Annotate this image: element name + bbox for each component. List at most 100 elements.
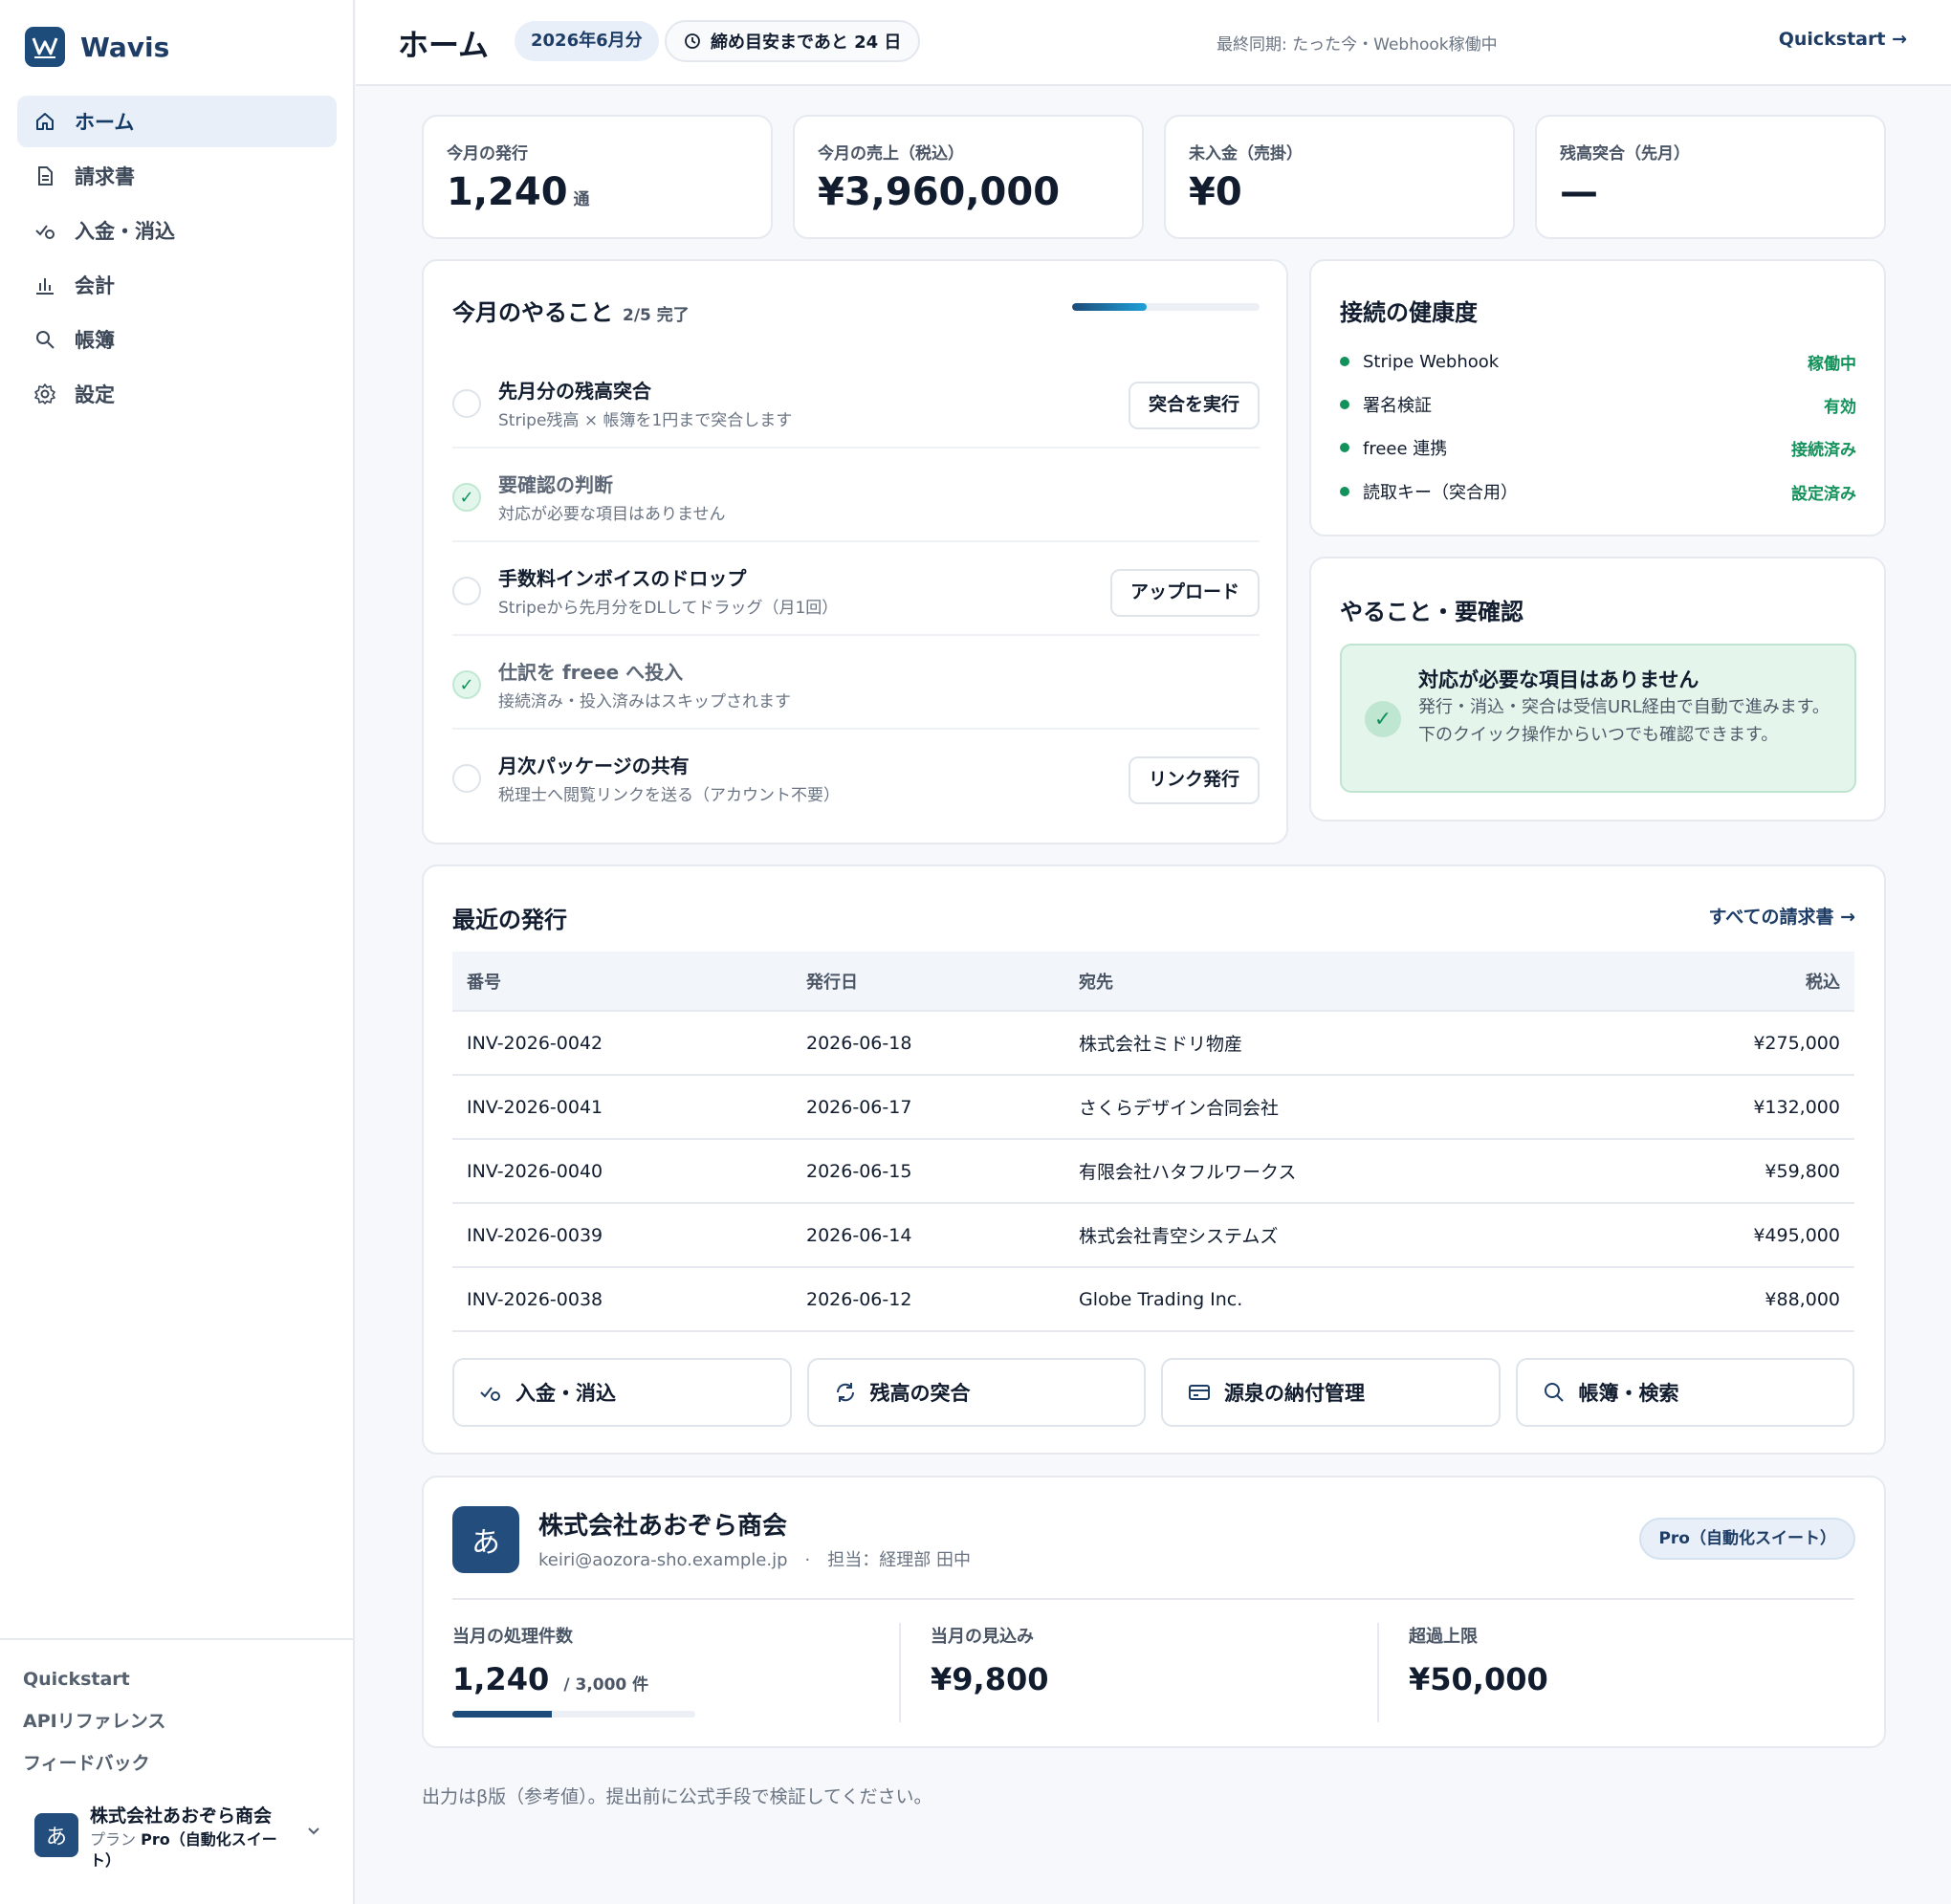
table-row[interactable]: INV-2026-0041 2026-06-17 さくらデザイン合同会社 ¥132,0… [452, 1075, 1854, 1140]
tasks-progress-bar [1072, 303, 1260, 311]
check-icon[interactable]: ✓ [452, 670, 481, 699]
task-item: 先月分の残高突合 Stripe残高 × 帳簿を1円まで突合します 突合を実行 [452, 355, 1260, 449]
stat-value: ¥3,960,000 [818, 170, 1061, 214]
column-header-date[interactable]: 発行日 [792, 952, 1064, 1012]
quickstart-button[interactable]: Quickstart → [1779, 29, 1907, 50]
feedback-link[interactable]: フィードバック [23, 1749, 353, 1791]
sidebar-item-label: 会計 [75, 274, 115, 297]
invoice-number: INV-2026-0038 [452, 1267, 792, 1332]
org-contact-person: 担当：経理部 田中 [827, 1550, 971, 1570]
home-icon [33, 109, 57, 134]
health-card: 接続の健康度 Stripe Webhook 稼働中 署名検証 有効 freee 連携… [1309, 259, 1886, 536]
sidebar-footer: Quickstart APIリファレンス フィードバック [0, 1638, 353, 1791]
avatar: あ [452, 1506, 519, 1573]
invoice-date: 2026-06-14 [792, 1203, 1064, 1268]
column-header-total[interactable]: 税込 [1591, 952, 1854, 1012]
payment-check-icon [479, 1382, 502, 1403]
metric-number: 1,240 [452, 1661, 550, 1697]
table-row[interactable]: INV-2026-0040 2026-06-15 有限会社ハタフルワークス ¥59,8… [452, 1139, 1854, 1204]
month-pill[interactable]: 2026年6月分 [515, 21, 659, 61]
task-title: 仕訳を freee へ投入 [498, 661, 684, 684]
document-icon [33, 164, 57, 188]
task-desc: Stripe残高 × 帳簿を1円まで突合します [498, 411, 793, 430]
task-item: 月次パッケージの共有 税理士へ閲覧リンクを送る（アカウント不要） リンク発行 [452, 730, 1260, 823]
upload-button[interactable]: アップロード [1109, 569, 1260, 617]
divider [1377, 1623, 1379, 1722]
metric-usage: 当月の処理件数 1,240 / 3,000 件 [452, 1623, 902, 1722]
invoice-date: 2026-06-17 [792, 1075, 1064, 1140]
quick-ledger-search-button[interactable]: 帳簿・検索 [1515, 1358, 1854, 1427]
column-header-number[interactable]: 番号 [452, 952, 792, 1012]
w-logo-icon [25, 27, 65, 67]
health-name: 読取キー（突合用） [1363, 483, 1518, 503]
invoice-date: 2026-06-12 [792, 1267, 1064, 1332]
metric-value: ¥50,000 [1409, 1661, 1548, 1697]
status-badge: 設定済み [1791, 484, 1856, 504]
api-reference-link[interactable]: APIリファレンス [23, 1707, 353, 1749]
search-icon [33, 327, 57, 352]
account-plan: プラン Pro（自動化スイート） [90, 1829, 281, 1871]
check-icon: ✓ [1365, 701, 1401, 737]
table-row[interactable]: INV-2026-0038 2026-06-12 Globe Trading Inc… [452, 1267, 1854, 1332]
column-header-recipient[interactable]: 宛先 [1064, 952, 1592, 1012]
invoice-date: 2026-06-15 [792, 1139, 1064, 1204]
table-row[interactable]: INV-2026-0039 2026-06-14 株式会社青空システムズ ¥495,0… [452, 1203, 1854, 1268]
plan-prefix: プラン [90, 1830, 137, 1849]
todo-title: やること・要確認 [1340, 599, 1524, 625]
stat-card-reconcile: 残高突合（先月） — [1535, 115, 1886, 239]
sidebar-item-ledger[interactable]: 帳簿 [17, 314, 337, 365]
quick-label: 入金・消込 [515, 1383, 616, 1405]
reconcile-button[interactable]: 突合を実行 [1128, 382, 1260, 429]
quick-payments-button[interactable]: 入金・消込 [452, 1358, 792, 1427]
plan-badge[interactable]: Pro（自動化スイート） [1639, 1518, 1855, 1560]
account-switcher[interactable]: あ 株式会社あおぞら商会 プラン Pro（自動化スイート） [34, 1802, 321, 1871]
task-checkbox[interactable] [452, 577, 481, 605]
sidebar-item-payments[interactable]: 入金・消込 [17, 205, 337, 256]
sidebar-item-invoices[interactable]: 請求書 [17, 150, 337, 202]
separator: · [804, 1550, 811, 1570]
all-invoices-link[interactable]: すべての請求書 → [1709, 903, 1855, 929]
quickstart-link[interactable]: Quickstart [23, 1665, 353, 1707]
invoice-total: ¥275,000 [1591, 1011, 1854, 1076]
table-row[interactable]: INV-2026-0042 2026-06-18 株式会社ミドリ物産 ¥275,000 [452, 1011, 1854, 1076]
quick-label: 残高の突合 [869, 1383, 971, 1405]
task-checkbox[interactable] [452, 389, 481, 418]
quick-label: 帳簿・検索 [1578, 1383, 1679, 1405]
task-desc: 税理士へ閲覧リンクを送る（アカウント不要） [498, 786, 840, 805]
sidebar-item-accounting[interactable]: 会計 [17, 259, 337, 311]
stat-label: 残高突合（先月） [1560, 144, 1690, 164]
quick-reconcile-button[interactable]: 残高の突合 [806, 1358, 1146, 1427]
usage-progress-bar [452, 1711, 695, 1718]
org-name: 株式会社あおぞら商会 [538, 1512, 788, 1541]
account-info: 株式会社あおぞら商会 プラン Pro（自動化スイート） [90, 1802, 281, 1871]
sidebar-item-home[interactable]: ホーム [17, 96, 337, 147]
page-title: ホーム [398, 27, 490, 63]
task-item: ✓ 仕訳を freee へ投入 接続済み・投入済みはスキップされます [452, 636, 1260, 730]
stat-label: 未入金（売掛） [1189, 144, 1303, 164]
all-clear-desc: 発行・消込・突合は受信URL経由で自動で進みます。下のクイック操作からいつでも確… [1418, 697, 1830, 745]
issue-link-button[interactable]: リンク発行 [1128, 756, 1260, 804]
quick-withholding-button[interactable]: 源泉の納付管理 [1161, 1358, 1501, 1427]
task-desc: Stripeから先月分をDLしてドラッグ（月1回） [498, 599, 839, 618]
sidebar-item-label: ホーム [75, 111, 135, 134]
health-row: 署名検証 有効 [1340, 390, 1856, 419]
health-row: 読取キー（突合用） 設定済み [1340, 477, 1856, 506]
health-name: 署名検証 [1363, 396, 1432, 416]
chevron-down-icon[interactable] [306, 1823, 321, 1842]
stat-value: 1,240 通 [447, 170, 590, 214]
sidebar-item-label: 入金・消込 [75, 220, 175, 243]
tasks-card: 今月のやること 2/5 完了 先月分の残高突合 Stripe残高 × 帳簿を1円ま… [422, 259, 1288, 844]
task-title: 月次パッケージの共有 [498, 755, 690, 777]
invoice-date: 2026-06-18 [792, 1011, 1064, 1076]
tasks-progress-text: 2/5 完了 [623, 306, 690, 325]
table-header-row: 番号 発行日 宛先 税込 [452, 952, 1854, 1012]
status-badge: 有効 [1824, 397, 1856, 417]
usage-progress-fill [452, 1711, 553, 1718]
health-name: Stripe Webhook [1363, 351, 1500, 372]
check-icon[interactable]: ✓ [452, 483, 481, 512]
metric-label: 当月の見込み [931, 1627, 1034, 1647]
sidebar-item-settings[interactable]: 設定 [17, 368, 337, 420]
invoice-total: ¥495,000 [1591, 1203, 1854, 1268]
task-checkbox[interactable] [452, 764, 481, 793]
brand[interactable]: Wavis [25, 27, 169, 67]
